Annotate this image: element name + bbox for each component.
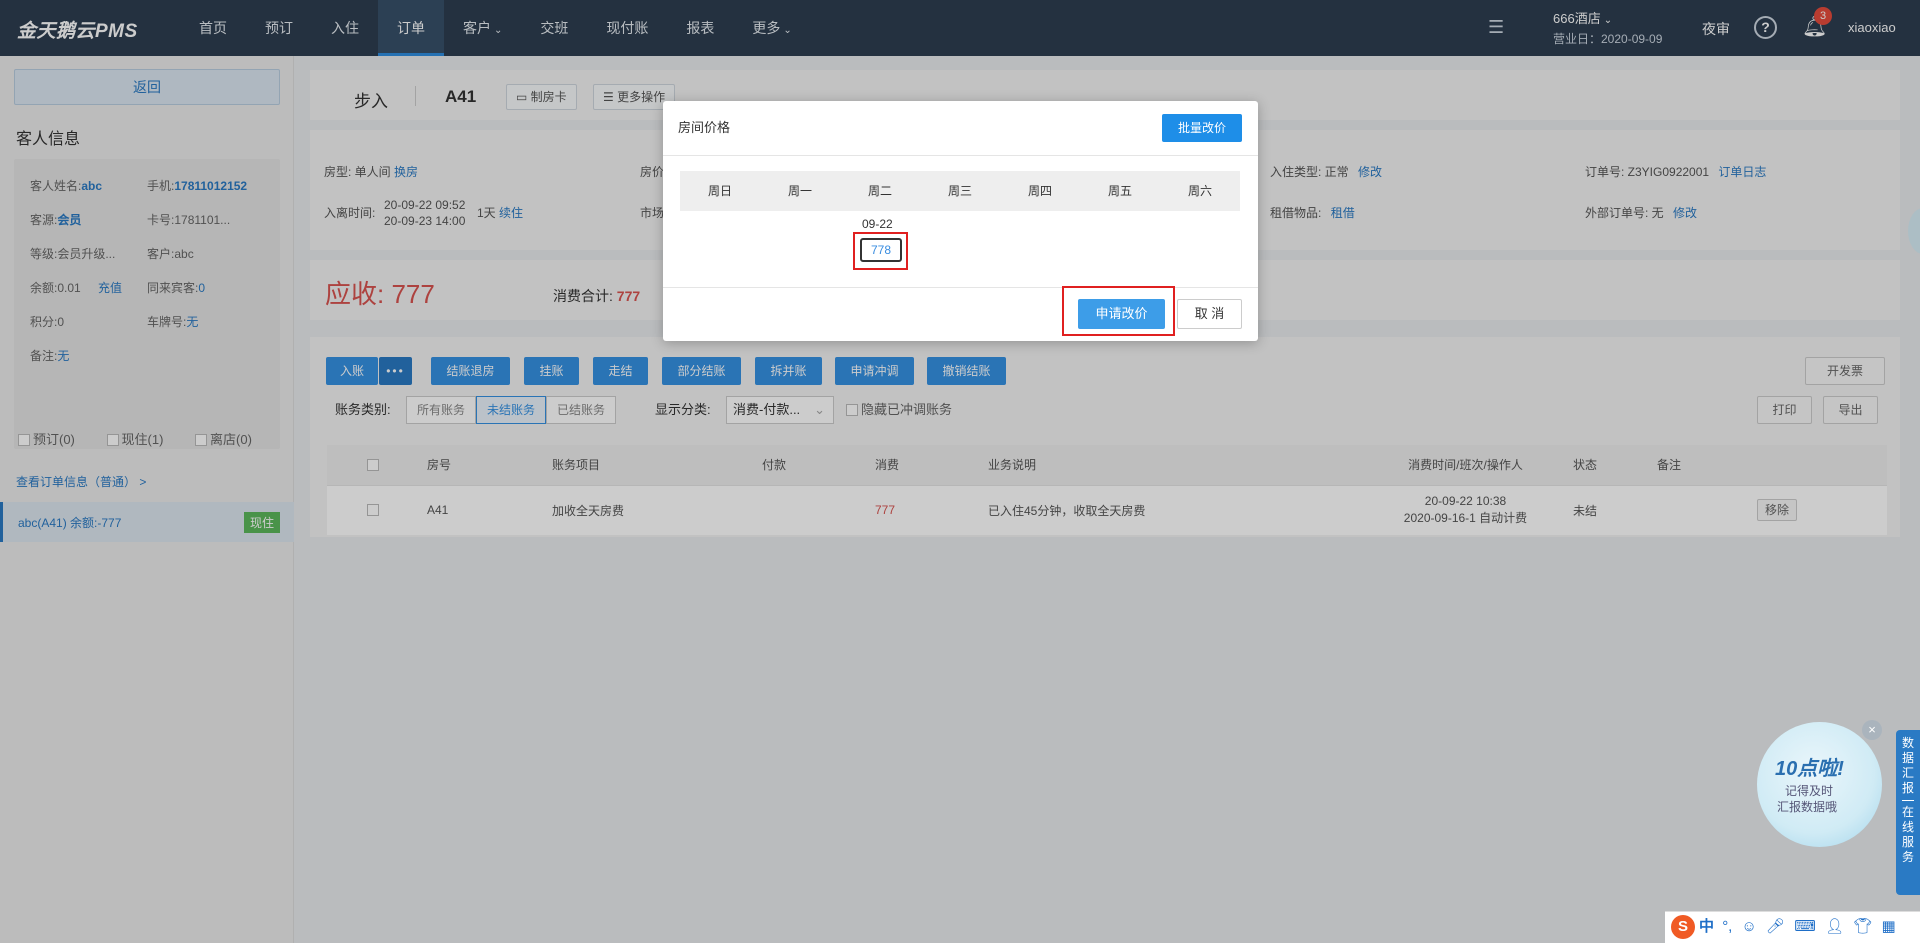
dialog-title: 房间价格: [678, 120, 731, 135]
ime-toolbar[interactable]: S中 °, ☺ 🎤︎ ⌨ 👤︎ 👕︎ ▦: [1665, 911, 1920, 943]
ime-mode[interactable]: 中: [1699, 918, 1714, 935]
weekday-tue: 周二: [867, 184, 892, 198]
reminder-widget[interactable]: 10点啦! 记得及时 汇报数据哦: [1757, 722, 1882, 847]
punctuation-icon[interactable]: °,: [1722, 918, 1732, 935]
reminder-title: 10点啦!: [1775, 758, 1844, 780]
weekday-sun: 周日: [707, 184, 732, 198]
emoji-icon[interactable]: ☺: [1742, 918, 1757, 935]
sogou-logo-icon: S: [1671, 915, 1695, 940]
close-icon[interactable]: ×: [1862, 720, 1882, 740]
weekday-header: 周日 周一 周二 周三 周四 周五 周六: [680, 171, 1240, 211]
weekday-wed: 周三: [947, 184, 972, 198]
microphone-icon[interactable]: 🎤︎: [1766, 918, 1785, 935]
room-price-dialog: 房间价格 批量改价 周日 周一 周二 周三 周四 周五 周六 09-22 778…: [663, 101, 1258, 341]
weekday-thu: 周四: [1027, 184, 1052, 198]
user-icon[interactable]: 👤︎: [1825, 918, 1844, 935]
cancel-button[interactable]: 取 消: [1177, 299, 1242, 329]
reminder-text: 汇报数据哦: [1777, 800, 1838, 814]
weekday-fri: 周五: [1107, 184, 1132, 198]
reminder-text: 记得及时: [1785, 784, 1834, 798]
price-date: 09-22: [862, 217, 893, 231]
price-input[interactable]: 778: [860, 238, 902, 262]
apply-price-change-button[interactable]: 申请改价: [1078, 299, 1165, 329]
weekday-mon: 周一: [787, 184, 812, 198]
grid-icon[interactable]: ▦: [1882, 918, 1896, 935]
side-tab-label: 数据汇报: [1902, 736, 1915, 795]
weekday-sat: 周六: [1187, 184, 1212, 198]
shirt-icon[interactable]: 👕︎: [1853, 918, 1872, 935]
divider: [663, 155, 1258, 156]
side-service-tab[interactable]: 数据汇报 在线服务: [1896, 730, 1920, 895]
keyboard-icon[interactable]: ⌨: [1794, 918, 1816, 935]
batch-price-button[interactable]: 批量改价: [1162, 114, 1242, 142]
side-tab-label: 在线服务: [1902, 800, 1914, 865]
